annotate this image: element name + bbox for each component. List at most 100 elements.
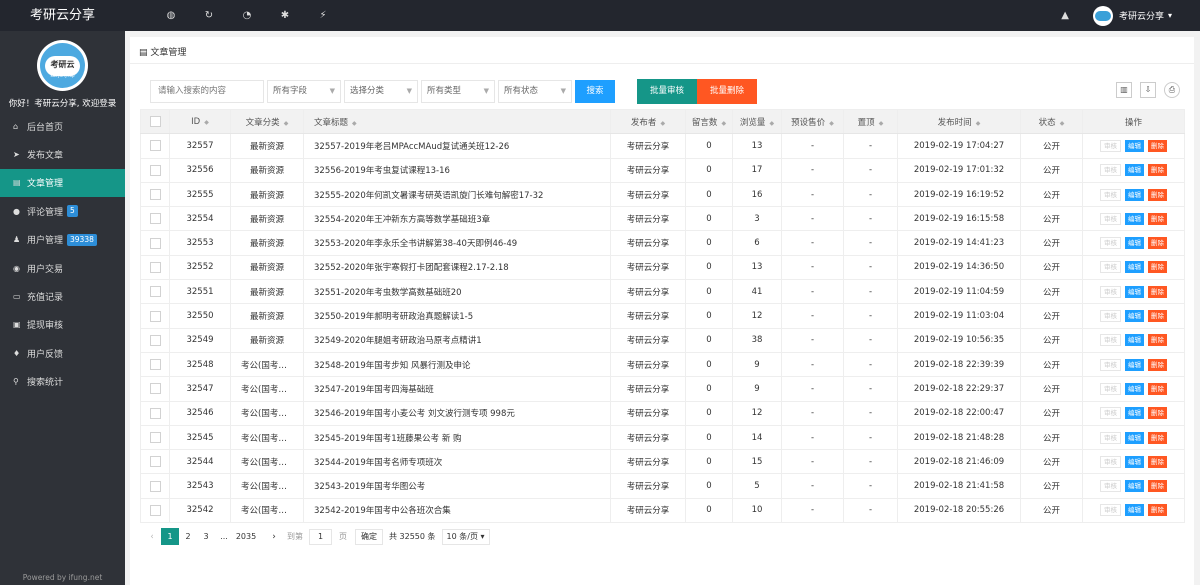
- next-page-button[interactable]: ›: [265, 532, 283, 542]
- sidebar-item-publish[interactable]: ➤ 发布文章: [0, 140, 125, 168]
- cell-title[interactable]: 32553-2020年李永乐全书讲解第38-40天即例46-49: [303, 230, 611, 256]
- cell-title[interactable]: 32545-2019年国考1班藤果公考 新 购: [303, 424, 611, 450]
- cell-title[interactable]: 32551-2020年考虫数学高数基础班20: [303, 279, 611, 304]
- delete-button[interactable]: 删除: [1148, 504, 1167, 517]
- audit-button[interactable]: 审核: [1100, 504, 1121, 517]
- cell-title[interactable]: 32552-2020年张宇寒假打卡团配套课程2.17-2.18: [303, 254, 611, 280]
- search-input[interactable]: 请输入搜索的内容: [150, 80, 264, 103]
- edit-button[interactable]: 编辑: [1125, 310, 1144, 323]
- sort-icon[interactable]: ◆: [204, 119, 209, 126]
- sidebar-item-search-stats[interactable]: ⚲ 搜索统计: [0, 368, 125, 396]
- cell-title[interactable]: 32549-2020年腿姐考研政治马原考点精讲1: [303, 327, 611, 353]
- edit-button[interactable]: 编辑: [1125, 480, 1144, 493]
- sidebar-item-transactions[interactable]: ◉ 用户交易: [0, 254, 125, 282]
- cell-title[interactable]: 32546-2019年国考小麦公考 刘文波行测专项 998元: [303, 400, 611, 426]
- edit-button[interactable]: 编辑: [1125, 139, 1144, 152]
- row-checkbox[interactable]: [140, 303, 170, 329]
- delete-button[interactable]: 删除: [1148, 407, 1167, 420]
- edit-button[interactable]: 编辑: [1125, 382, 1144, 395]
- audit-button[interactable]: 审核: [1100, 480, 1121, 493]
- edit-button[interactable]: 编辑: [1125, 164, 1144, 177]
- row-checkbox[interactable]: [140, 400, 170, 426]
- columns-icon[interactable]: ▥: [1116, 82, 1132, 98]
- cell-title[interactable]: 32556-2019年考虫复试课程13-16: [303, 157, 611, 183]
- prev-page-button[interactable]: ‹: [143, 532, 161, 542]
- page-3[interactable]: 3: [197, 532, 215, 541]
- edit-button[interactable]: 编辑: [1125, 431, 1144, 444]
- row-checkbox[interactable]: [140, 279, 170, 304]
- col-id[interactable]: ID ◆: [169, 108, 231, 135]
- cell-title[interactable]: 32554-2020年王冲新东方高等数学基础班3章: [303, 206, 611, 231]
- sort-icon[interactable]: ◆: [721, 120, 726, 127]
- footer-powered[interactable]: Powered by ifung.net: [0, 573, 125, 582]
- search-button[interactable]: 搜索: [575, 80, 615, 103]
- sort-icon[interactable]: ◆: [284, 120, 289, 127]
- col-time[interactable]: 发布时间 ◆: [897, 108, 1021, 135]
- delete-button[interactable]: 删除: [1148, 188, 1167, 201]
- cell-title[interactable]: 32547-2019年国考四海基础班: [303, 376, 611, 402]
- row-checkbox[interactable]: [140, 449, 170, 474]
- sidebar-item-recharge[interactable]: ▭ 充值记录: [0, 282, 125, 310]
- sort-icon[interactable]: ◆: [660, 120, 665, 127]
- audit-button[interactable]: 审核: [1100, 358, 1121, 371]
- plug-icon[interactable]: ⚡: [304, 10, 342, 21]
- status-select[interactable]: 所有状态 ▼: [498, 80, 572, 103]
- row-checkbox[interactable]: [140, 133, 170, 159]
- type-select[interactable]: 所有类型 ▼: [421, 80, 495, 103]
- page-last[interactable]: 2035: [233, 532, 259, 541]
- sort-icon[interactable]: ◆: [352, 120, 357, 127]
- delete-button[interactable]: 删除: [1148, 310, 1167, 323]
- audit-button[interactable]: 审核: [1100, 261, 1121, 274]
- col-category[interactable]: 文章分类 ◆: [230, 108, 304, 135]
- delete-button[interactable]: 删除: [1148, 480, 1167, 493]
- row-checkbox[interactable]: [140, 230, 170, 256]
- col-pinned[interactable]: 置顶 ◆: [843, 108, 898, 135]
- edit-button[interactable]: 编辑: [1125, 188, 1144, 201]
- row-checkbox[interactable]: [140, 424, 170, 450]
- edit-button[interactable]: 编辑: [1125, 358, 1144, 371]
- sort-icon[interactable]: ◆: [1060, 120, 1065, 127]
- row-checkbox[interactable]: [140, 254, 170, 280]
- row-checkbox[interactable]: [140, 327, 170, 353]
- col-status[interactable]: 状态 ◆: [1020, 108, 1083, 135]
- sidebar-item-withdraw[interactable]: ▣ 提现审核: [0, 311, 125, 339]
- field-select[interactable]: 所有字段 ▼: [267, 80, 341, 103]
- edit-button[interactable]: 编辑: [1125, 407, 1144, 420]
- edit-button[interactable]: 编辑: [1125, 237, 1144, 250]
- avatar[interactable]: [1092, 5, 1113, 26]
- row-checkbox[interactable]: [140, 473, 170, 499]
- gear-icon[interactable]: ✱: [266, 10, 304, 21]
- delete-button[interactable]: 删除: [1148, 285, 1167, 298]
- audit-button[interactable]: 审核: [1100, 164, 1121, 177]
- col-publisher[interactable]: 发布者 ◆: [610, 108, 686, 135]
- row-checkbox[interactable]: [140, 351, 170, 377]
- category-select[interactable]: 选择分类 ▼: [344, 80, 418, 103]
- jump-confirm-button[interactable]: 确定: [355, 528, 383, 545]
- cell-title[interactable]: 32557-2019年老吕MPAccMAud复试通关班12-26: [303, 133, 611, 159]
- jump-page-input[interactable]: 1: [309, 528, 332, 545]
- delete-button[interactable]: 删除: [1148, 334, 1167, 347]
- edit-button[interactable]: 编辑: [1125, 455, 1144, 468]
- audit-button[interactable]: 审核: [1100, 382, 1121, 395]
- audit-button[interactable]: 审核: [1100, 455, 1121, 468]
- row-checkbox[interactable]: [140, 376, 170, 402]
- col-title[interactable]: 文章标题 ◆: [303, 108, 611, 135]
- sidebar-item-articles[interactable]: ▤ 文章管理: [0, 168, 125, 198]
- page-size-select[interactable]: 10 条/页 ▾: [441, 528, 490, 545]
- globe-icon[interactable]: ◍: [152, 10, 190, 21]
- warning-icon[interactable]: ▲: [1061, 10, 1069, 21]
- print-icon[interactable]: ⎙: [1164, 82, 1180, 98]
- delete-button[interactable]: 删除: [1148, 139, 1167, 152]
- audit-button[interactable]: 审核: [1100, 212, 1121, 225]
- row-checkbox[interactable]: [140, 497, 170, 524]
- sidebar-item-comments[interactable]: ● 评论管理 5: [0, 197, 125, 225]
- edit-button[interactable]: 编辑: [1125, 334, 1144, 347]
- audit-button[interactable]: 审核: [1100, 188, 1121, 201]
- audit-button[interactable]: 审核: [1100, 431, 1121, 444]
- delete-button[interactable]: 删除: [1148, 261, 1167, 274]
- sort-icon[interactable]: ◆: [976, 120, 981, 127]
- row-checkbox[interactable]: [140, 157, 170, 183]
- select-all-checkbox[interactable]: [140, 108, 170, 135]
- cell-title[interactable]: 32544-2019年国考名师专项班次: [303, 449, 611, 474]
- sidebar-item-feedback[interactable]: ♦ 用户反馈: [0, 339, 125, 367]
